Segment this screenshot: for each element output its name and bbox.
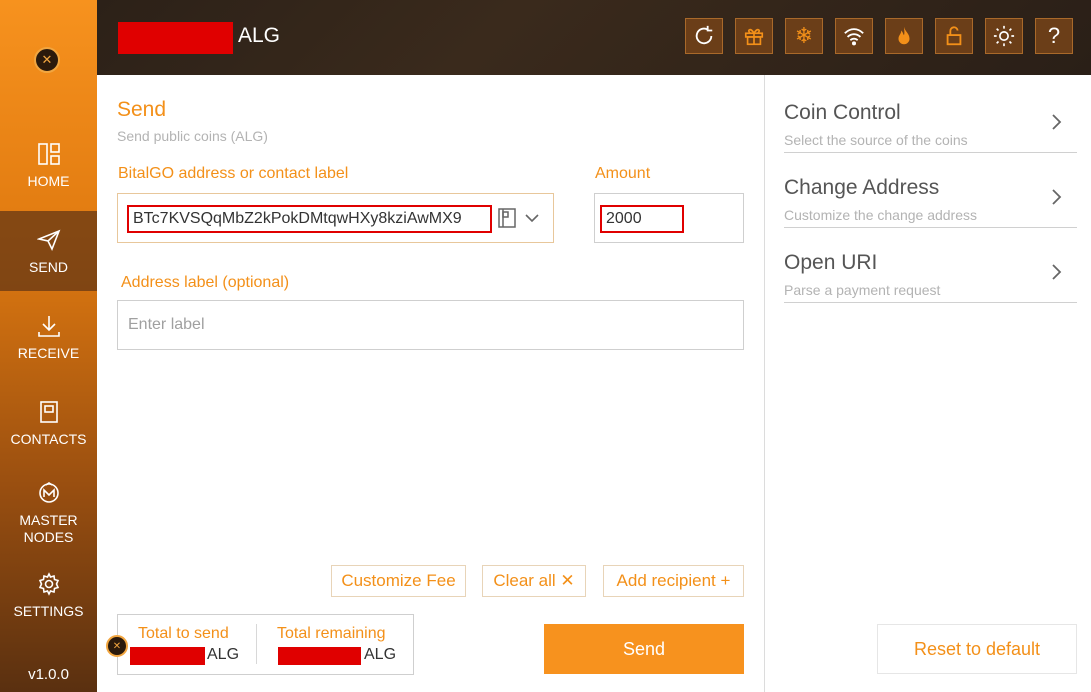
total-to-send-redacted <box>130 647 205 665</box>
coin-icon: ✕ <box>106 635 128 657</box>
change-address-subtitle: Customize the change address <box>784 207 977 223</box>
send-form: Send Send public coins (ALG) BitalGO add… <box>97 75 764 692</box>
sidebar-item-receive[interactable]: RECEIVE <box>0 297 97 377</box>
help-icon: ? <box>1047 23 1061 48</box>
sidebar-item-label: RECEIVE <box>17 344 80 361</box>
sidebar-item-contacts[interactable]: CONTACTS <box>0 383 97 463</box>
contacts-icon <box>36 399 62 425</box>
address-book-icon[interactable] <box>498 208 516 228</box>
customize-fee-button[interactable]: Customize Fee <box>331 565 466 597</box>
page-subtitle: Send public coins (ALG) <box>117 128 268 144</box>
totals-divider <box>256 624 257 664</box>
total-to-send-unit: ALG <box>207 646 240 663</box>
sidebar-item-label: CONTACTS <box>10 430 87 447</box>
gear-icon <box>36 571 62 597</box>
coin-control-item[interactable]: Coin Control Select the source of the co… <box>784 79 1077 153</box>
address-field[interactable]: BTc7KVSQqMbZ2kPokDMtqwHXy8kziAwMX9 <box>117 193 554 243</box>
snowflake-icon: ❄ <box>794 23 814 49</box>
panel-divider <box>764 75 765 692</box>
chevron-right-icon <box>1052 114 1062 130</box>
refresh-icon <box>695 25 713 45</box>
sidebar-item-label: SEND <box>29 258 68 275</box>
wallet-logo: ✕ <box>34 47 60 73</box>
total-remaining-redacted <box>278 647 361 665</box>
add-recipient-button[interactable]: Add recipient + <box>603 565 744 597</box>
sidebar-item-label: MASTER NODES <box>19 512 78 545</box>
app-version: v1.0.0 <box>28 666 69 683</box>
open-uri-item[interactable]: Open URI Parse a payment request <box>784 229 1077 303</box>
snowflake-button[interactable]: ❄ <box>785 18 823 54</box>
masternodes-icon <box>36 480 62 506</box>
amount-field-label: Amount <box>595 165 651 182</box>
reset-to-default-button[interactable]: Reset to default <box>877 624 1077 674</box>
address-label-input[interactable] <box>117 300 744 350</box>
flame-button[interactable] <box>885 18 923 54</box>
sidebar-item-label: HOME <box>27 172 70 189</box>
total-to-send-label: Total to send <box>138 625 229 642</box>
send-button[interactable]: Send <box>544 624 744 674</box>
change-address-title: Change Address <box>784 176 940 199</box>
balance-unit: ALG <box>238 24 281 47</box>
totals-box: ✕ Total to send ALG Total remaining ALG <box>106 614 414 675</box>
download-icon <box>36 313 62 339</box>
sidebar: ✕ HOME SEND RECEIVE CONTACTS MASTER NODE… <box>0 0 97 692</box>
sidebar-item-send[interactable]: SEND <box>0 211 97 291</box>
send-icon <box>36 227 62 253</box>
sidebar-item-home[interactable]: HOME <box>0 125 97 205</box>
address-label-field-label: Address label (optional) <box>121 274 290 291</box>
sidebar-item-masternodes[interactable]: MASTER NODES <box>0 473 97 553</box>
total-remaining-label: Total remaining <box>277 625 386 642</box>
address-field-label: BitalGO address or contact label <box>118 165 349 182</box>
total-remaining-unit: ALG <box>364 646 397 663</box>
gift-icon <box>744 28 764 46</box>
chevron-down-icon[interactable] <box>524 210 540 226</box>
refresh-button[interactable] <box>685 18 723 54</box>
coin-control-title: Coin Control <box>784 101 901 124</box>
coin-control-subtitle: Select the source of the coins <box>784 132 968 148</box>
sidebar-item-label: SETTINGS <box>13 602 84 619</box>
home-icon <box>36 141 62 167</box>
wifi-icon <box>844 28 864 46</box>
open-uri-subtitle: Parse a payment request <box>784 282 941 298</box>
top-bar: ALG ❄ ? <box>97 0 1091 75</box>
sidebar-item-settings[interactable]: SETTINGS <box>0 555 97 635</box>
app-window: ✕ HOME SEND RECEIVE CONTACTS MASTER NODE… <box>0 0 1091 692</box>
sun-icon <box>993 25 1015 47</box>
amount-field[interactable]: 2000 <box>594 193 744 243</box>
open-uri-title: Open URI <box>784 251 878 274</box>
amount-input[interactable]: 2000 <box>600 205 684 233</box>
chevron-right-icon <box>1052 189 1062 205</box>
address-input[interactable]: BTc7KVSQqMbZ2kPokDMtqwHXy8kziAwMX9 <box>127 205 492 233</box>
unlock-button[interactable] <box>935 18 973 54</box>
page-title: Send <box>117 98 167 121</box>
clear-all-button[interactable]: Clear all ✕ <box>482 565 586 597</box>
theme-button[interactable] <box>985 18 1023 54</box>
unlock-icon <box>946 26 962 46</box>
help-button[interactable]: ? <box>1035 18 1073 54</box>
chevron-right-icon <box>1052 264 1062 280</box>
wifi-button[interactable] <box>835 18 873 54</box>
gift-button[interactable] <box>735 18 773 54</box>
flame-icon <box>898 26 910 45</box>
balance-redacted <box>118 22 233 54</box>
change-address-item[interactable]: Change Address Customize the change addr… <box>784 154 1077 228</box>
